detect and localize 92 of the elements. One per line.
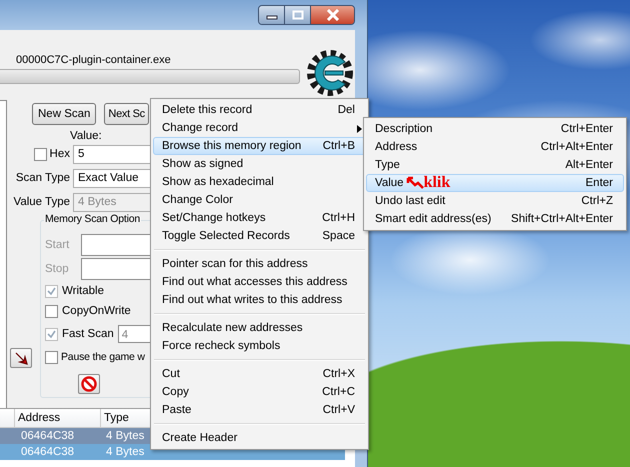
- menu-item[interactable]: Toggle Selected Records Space: [153, 227, 366, 245]
- annotation-arrow-icon: [406, 176, 424, 190]
- menu-item[interactable]: Change Color: [153, 191, 366, 209]
- hex-label: Hex: [50, 148, 70, 160]
- fast-scan-checkbox[interactable]: [45, 328, 58, 340]
- start-label: Start: [45, 239, 70, 251]
- menu-item[interactable]: Value klik Enter: [366, 174, 624, 192]
- scan-button[interactable]: Next Sc: [104, 103, 149, 125]
- menu-item-label: Show as signed: [162, 158, 244, 170]
- option-label: Writable: [62, 285, 104, 297]
- process-name: 00000C7C-plugin-container.exe: [15, 54, 172, 67]
- menu-item-label: Find out what accesses this address: [162, 276, 348, 288]
- no-entry-icon: [81, 376, 97, 392]
- shortcut-label: Ctrl+X: [322, 368, 355, 380]
- address-cell-text: 06464C38: [21, 429, 76, 444]
- menu-item-label: Delete this record: [162, 104, 252, 116]
- shortcut-label: Alt+Enter: [565, 159, 613, 171]
- arrow-icon: [13, 350, 29, 366]
- menu-item[interactable]: Cut Ctrl+X: [153, 365, 366, 383]
- menu-item-label: Address: [375, 141, 418, 153]
- shortcut-label: Ctrl+H: [322, 212, 355, 224]
- pause-label: Pause the game w: [61, 351, 145, 363]
- pause-checkbox[interactable]: [45, 350, 58, 364]
- value-input[interactable]: 5: [73, 144, 153, 164]
- scan-type-select[interactable]: Exact Value: [73, 168, 153, 188]
- stop-label: Stop: [45, 263, 70, 275]
- menu-item-label: Pointer scan for this address: [162, 258, 308, 270]
- shortcut-label: Ctrl+Z: [581, 195, 613, 207]
- scan-button[interactable]: New Scan: [32, 103, 96, 125]
- menu-item-label: Smart edit address(es): [375, 213, 492, 225]
- menu-item[interactable]: Set/Change hotkeys Ctrl+H: [153, 209, 366, 227]
- menu-item[interactable]: Copy Ctrl+C: [153, 383, 366, 401]
- menu-item[interactable]: Show as signed: [153, 155, 366, 173]
- menu-item[interactable]: Type Alt+Enter: [366, 156, 624, 174]
- option-checkbox[interactable]: [45, 284, 58, 298]
- menu-item[interactable]: Change record: [153, 119, 366, 137]
- shortcut-label: Del: [338, 104, 355, 116]
- menu-item-label: Cut: [162, 368, 180, 380]
- shortcut-label: Shift+Ctrl+Alt+Enter: [511, 213, 613, 225]
- menu-item-label: Browse this memory region: [162, 140, 302, 152]
- menu-item-label: Value: [375, 177, 404, 189]
- menu-item-label: Change Color: [162, 194, 233, 206]
- maximize-icon: [292, 10, 304, 20]
- option-label: CopyOnWrite: [62, 305, 131, 317]
- shortcut-label: Enter: [586, 177, 613, 189]
- option-checkbox[interactable]: [45, 304, 58, 318]
- menu-item[interactable]: Find out what writes to this address: [153, 291, 366, 309]
- menu-item[interactable]: Smart edit address(es) Shift+Ctrl+Alt+Enter: [366, 210, 624, 228]
- close-icon: [326, 9, 340, 21]
- menu-item-label: Undo last edit: [375, 195, 446, 207]
- menu-item[interactable]: Address Ctrl+Alt+Enter: [366, 138, 624, 156]
- column-header[interactable]: Address: [15, 409, 101, 427]
- value-type-label: Value Type: [14, 196, 70, 208]
- menu-item-label: Force recheck symbols: [162, 340, 280, 352]
- shortcut-label: Ctrl+Alt+Enter: [540, 141, 613, 153]
- minimize-button[interactable]: [259, 6, 285, 24]
- menu-item[interactable]: Description Ctrl+Enter: [366, 120, 624, 138]
- menu-item-label: Type: [375, 159, 400, 171]
- maximize-button[interactable]: [285, 6, 311, 24]
- menu-item-label: Description: [375, 123, 433, 135]
- shortcut-label: Ctrl+V: [322, 404, 355, 416]
- fast-scan-label: Fast Scan: [62, 328, 114, 340]
- menu-item-label: Copy: [162, 386, 189, 398]
- hex-checkbox[interactable]: [34, 148, 47, 160]
- menu-item-label: Create Header: [162, 432, 238, 444]
- menu-item-label: Show as hexadecimal: [162, 176, 274, 188]
- menu-item[interactable]: Show as hexadecimal: [153, 173, 366, 191]
- scan-type-label: Scan Type: [16, 172, 70, 184]
- shortcut-label: Ctrl+C: [322, 386, 355, 398]
- shortcut-label: Ctrl+B: [322, 140, 355, 152]
- menu-item[interactable]: Pointer scan for this address: [153, 255, 366, 273]
- menu-item[interactable]: Create Header: [153, 429, 366, 447]
- type-cell-text: 4 Bytes: [106, 445, 146, 460]
- menu-item-label: Change record: [162, 122, 238, 134]
- group-title: Memory Scan Option: [44, 213, 142, 225]
- stop-button[interactable]: [78, 374, 100, 394]
- add-to-list-button[interactable]: [10, 348, 32, 368]
- menu-item[interactable]: Find out what accesses this address: [153, 273, 366, 291]
- menu-item-label: Set/Change hotkeys: [162, 212, 266, 224]
- annotation-text: klik: [424, 175, 450, 191]
- menu-item[interactable]: Delete this record Del: [153, 101, 366, 119]
- gear-logo-icon: [305, 48, 355, 98]
- menu-item[interactable]: Browse this memory region Ctrl+B: [153, 137, 366, 155]
- shortcut-label: Space: [322, 230, 355, 242]
- menu-item-label: Recalculate new addresses: [162, 322, 303, 334]
- menu-item[interactable]: Undo last edit Ctrl+Z: [366, 192, 624, 210]
- shortcut-label: Ctrl+Enter: [560, 123, 613, 135]
- value-label: Value:: [70, 130, 102, 142]
- close-button[interactable]: [311, 6, 354, 24]
- menu-item-label: Find out what writes to this address: [162, 294, 342, 306]
- menu-item-label: Toggle Selected Records: [162, 230, 290, 242]
- address-cell-text: 06464C38: [21, 445, 76, 460]
